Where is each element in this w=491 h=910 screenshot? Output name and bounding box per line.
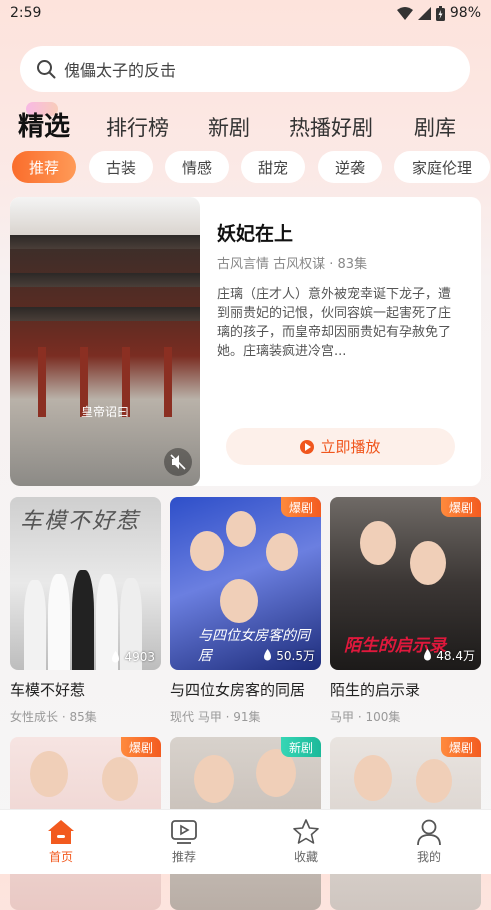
poster-figure bbox=[72, 570, 94, 670]
poster-face bbox=[416, 759, 452, 803]
flame-icon bbox=[264, 649, 272, 661]
poster-face bbox=[354, 755, 392, 801]
nav-home-label: 首页 bbox=[48, 850, 73, 864]
chip-sweet[interactable]: 甜宠 bbox=[241, 151, 305, 183]
poster-face bbox=[410, 541, 446, 585]
poster-face bbox=[102, 757, 138, 801]
nav-profile[interactable]: 我的 bbox=[389, 816, 469, 865]
poster-roof bbox=[10, 307, 200, 321]
search-bar[interactable]: 傀儡太子的反击 bbox=[20, 46, 470, 92]
poster-face bbox=[190, 531, 224, 571]
nav-favorites[interactable]: 收藏 bbox=[266, 816, 346, 865]
poster-title-art: 车模不好惹 bbox=[20, 509, 141, 534]
drama-thumbnail[interactable]: 与四位女房客的同居 爆剧 50.5万 bbox=[170, 497, 321, 670]
view-count-value: 48.4万 bbox=[436, 649, 475, 663]
drama-card[interactable]: 陌生的启示录 爆剧 48.4万 陌生的启示录 马甲 · 100集 bbox=[330, 497, 481, 725]
poster-roof bbox=[10, 235, 200, 249]
chip-costume[interactable]: 古装 bbox=[89, 151, 153, 183]
new-badge: 新剧 bbox=[280, 737, 321, 757]
nav-recommend-label: 推荐 bbox=[171, 850, 196, 864]
play-now-label: 立即播放 bbox=[320, 438, 381, 456]
drama-thumbnail[interactable]: 车模不好惹 4903 bbox=[10, 497, 161, 670]
battery-percent: 98% bbox=[449, 5, 481, 21]
play-icon bbox=[300, 439, 315, 454]
view-count: 50.5万 bbox=[262, 647, 315, 664]
poster-face bbox=[226, 511, 256, 547]
featured-description: 庄璃（庄才人）意外被宠幸诞下龙子，遭到丽贵妃的记恨，伙同容嫔一起害死了庄璃的孩子… bbox=[217, 287, 452, 359]
nav-profile-label: 我的 bbox=[416, 850, 441, 864]
battery-icon bbox=[435, 5, 445, 21]
flame-icon bbox=[424, 649, 432, 661]
hot-badge: 爆剧 bbox=[440, 497, 481, 517]
tab-selected[interactable]: 精选 bbox=[18, 102, 70, 143]
hot-badge: 爆剧 bbox=[440, 737, 481, 757]
tab-library[interactable]: 剧库 bbox=[414, 112, 456, 142]
chip-family[interactable]: 家庭伦理 bbox=[394, 151, 490, 183]
video-icon bbox=[171, 820, 197, 844]
status-icons: 98% bbox=[396, 5, 481, 21]
drama-meta: 现代 马甲 · 91集 bbox=[170, 710, 261, 724]
chip-recommend[interactable]: 推荐 bbox=[12, 151, 76, 183]
main-tabs: 精选 排行榜 新剧 热播好剧 剧库 bbox=[0, 102, 491, 146]
drama-title[interactable]: 车模不好惹 bbox=[10, 679, 161, 700]
poster-figure bbox=[24, 580, 46, 670]
signal-icon bbox=[417, 6, 431, 20]
flame-icon bbox=[112, 650, 120, 662]
drama-meta: 女性成长 · 85集 bbox=[10, 710, 97, 724]
view-count: 4903 bbox=[110, 650, 155, 664]
search-icon bbox=[37, 60, 56, 79]
drama-title[interactable]: 陌生的启示录 bbox=[330, 679, 481, 700]
star-icon bbox=[293, 819, 319, 844]
poster-figure bbox=[48, 574, 70, 670]
drama-title[interactable]: 与四位女房客的同居 bbox=[170, 679, 321, 700]
featured-poster[interactable]: 皇帝诏曰 bbox=[10, 197, 200, 486]
mute-icon bbox=[170, 454, 186, 470]
view-count-value: 4903 bbox=[124, 650, 155, 664]
nav-recommend[interactable]: 推荐 bbox=[144, 816, 224, 865]
tab-ranking[interactable]: 排行榜 bbox=[106, 112, 169, 142]
poster-face bbox=[194, 755, 234, 803]
poster-roof bbox=[10, 273, 200, 287]
play-now-button[interactable]: 立即播放 bbox=[226, 428, 455, 465]
tab-hot[interactable]: 热播好剧 bbox=[289, 112, 373, 142]
hot-badge: 爆剧 bbox=[280, 497, 321, 517]
drama-card[interactable]: 车模不好惹 4903 车模不好惹 女性成长 · 85集 bbox=[10, 497, 161, 725]
poster-face bbox=[360, 521, 396, 565]
nav-home[interactable]: 首页 bbox=[21, 816, 101, 865]
search-placeholder[interactable]: 傀儡太子的反击 bbox=[64, 57, 176, 81]
view-count: 48.4万 bbox=[422, 647, 475, 664]
poster-caption: 皇帝诏曰 bbox=[80, 405, 129, 419]
chip-comeback[interactable]: 逆袭 bbox=[318, 151, 382, 183]
mute-button[interactable] bbox=[164, 448, 192, 476]
bottom-nav: 首页 推荐 收藏 我的 bbox=[0, 809, 491, 874]
poster-face bbox=[266, 533, 298, 571]
drama-card[interactable]: 与四位女房客的同居 爆剧 50.5万 与四位女房客的同居 现代 马甲 · 91集 bbox=[170, 497, 321, 725]
home-icon bbox=[48, 820, 74, 844]
hot-badge: 爆剧 bbox=[120, 737, 161, 757]
nav-favorites-label: 收藏 bbox=[293, 850, 318, 864]
featured-card[interactable]: 皇帝诏曰 妖妃在上 古风言情 古风权谋 · 83集 庄璃（庄才人）意外被宠幸诞下… bbox=[10, 197, 481, 486]
status-bar: 2:59 98% bbox=[0, 0, 491, 28]
tab-new[interactable]: 新剧 bbox=[208, 112, 250, 142]
poster-face bbox=[30, 751, 68, 797]
poster-face bbox=[220, 579, 258, 623]
drama-meta: 马甲 · 100集 bbox=[330, 710, 401, 724]
featured-meta: 古风言情 古风权谋 · 83集 bbox=[217, 257, 368, 272]
view-count-value: 50.5万 bbox=[276, 649, 315, 663]
wifi-icon bbox=[396, 6, 413, 20]
drama-thumbnail[interactable]: 陌生的启示录 爆剧 48.4万 bbox=[330, 497, 481, 670]
user-icon bbox=[417, 819, 441, 846]
featured-title[interactable]: 妖妃在上 bbox=[217, 219, 293, 246]
status-time: 2:59 bbox=[10, 5, 42, 21]
chip-emotion[interactable]: 情感 bbox=[165, 151, 229, 183]
